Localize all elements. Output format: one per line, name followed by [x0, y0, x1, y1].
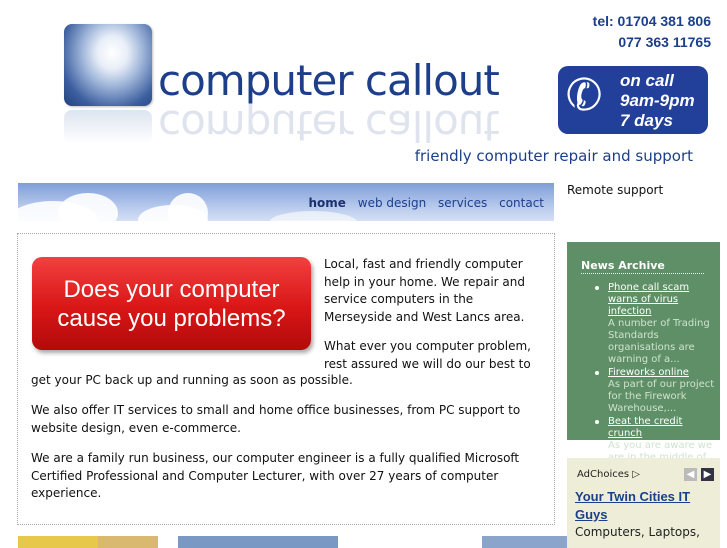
- news-archive-panel: News Archive Phone call scam warns of vi…: [567, 242, 720, 463]
- ad-body-text: Computers, Laptops,: [575, 525, 700, 539]
- telephone-icon: ✆: [560, 66, 608, 125]
- nav-web-design[interactable]: web design: [358, 196, 426, 210]
- thumbnail-image[interactable]: [178, 536, 338, 548]
- news-item-link[interactable]: Phone call scam warns of virus infection: [608, 282, 716, 318]
- logo-reflection: [64, 110, 152, 144]
- cloud-decoration: [58, 193, 118, 221]
- adchoices-label: AdChoices: [577, 469, 630, 480]
- logo-text-reflection: computer callout: [158, 101, 499, 150]
- tagline: friendly computer repair and support: [414, 147, 693, 165]
- news-item: Phone call scam warns of virus infection…: [567, 282, 720, 366]
- services-paragraph: We also offer IT services to small and h…: [31, 403, 521, 435]
- remote-support-link[interactable]: Remote support: [567, 183, 663, 197]
- news-item: Beat the credit crunch As you are aware …: [567, 416, 720, 464]
- news-item-excerpt: A number of Trading Standards organisati…: [608, 318, 710, 365]
- reassurance-paragraph-cont: get your PC back up and running as soon …: [31, 373, 353, 387]
- cloud-decoration: [168, 193, 208, 221]
- nav-home[interactable]: home: [308, 196, 345, 210]
- on-call-badge: ✆ on call 9am-9pm 7 days: [558, 66, 708, 134]
- cloud-decoration: [268, 211, 358, 221]
- promo-banner[interactable]: Does your computer cause you problems?: [32, 257, 311, 350]
- thumbnail-image[interactable]: [18, 536, 98, 548]
- adchoices-icon: ▷: [632, 469, 640, 480]
- news-item: Fireworks online As part of our project …: [567, 367, 720, 415]
- nav-services[interactable]: services: [438, 196, 487, 210]
- ad-prev-button[interactable]: ◀: [684, 468, 697, 481]
- news-item-link[interactable]: Fireworks online: [608, 367, 716, 379]
- news-list: Phone call scam warns of virus infection…: [567, 282, 720, 465]
- on-call-days: 7 days: [620, 111, 673, 130]
- phone-number-2: 077 363 11765: [618, 34, 711, 50]
- intro-paragraph: Local, fast and friendly computer help i…: [324, 257, 525, 324]
- phone-number-1: tel: 01704 381 806: [592, 13, 711, 29]
- about-paragraph: We are a family run business, our comput…: [31, 451, 520, 500]
- on-call-line: on call: [620, 71, 674, 90]
- promo-banner-text: Does your computer cause you problems?: [57, 276, 286, 332]
- reassurance-paragraph: What ever you computer problem, rest ass…: [324, 339, 531, 371]
- on-call-hours: 9am-9pm: [620, 91, 695, 110]
- adchoices-link[interactable]: AdChoices ▷: [577, 469, 640, 480]
- news-item-link[interactable]: Beat the credit crunch: [608, 416, 716, 440]
- ad-panel: AdChoices ▷ ◀ ▶ Your Twin Cities IT Guys…: [567, 458, 720, 548]
- nav-contact[interactable]: contact: [499, 196, 544, 210]
- ad-title-link[interactable]: Your Twin Cities IT Guys: [575, 488, 715, 524]
- main-nav: home web design services contact: [18, 183, 554, 221]
- ad-next-button[interactable]: ▶: [701, 468, 714, 481]
- logo-text: computer callout: [158, 56, 500, 105]
- news-item-excerpt: As part of our project for the Firework …: [608, 379, 715, 414]
- logo-icon: [64, 24, 152, 106]
- thumbnail-image[interactable]: [98, 536, 158, 548]
- news-archive-title: News Archive: [581, 259, 704, 274]
